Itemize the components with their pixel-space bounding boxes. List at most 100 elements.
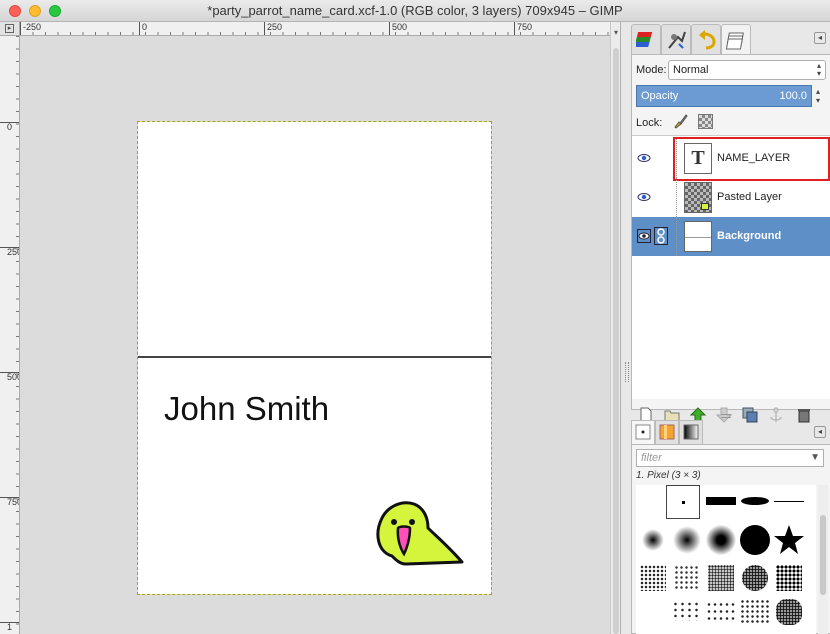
layers-panel: Mode: Normal ▴▾ Opacity 100.0 ▴▾ Lock: xyxy=(631,54,830,423)
gradient-icon xyxy=(683,424,699,440)
tab-patterns[interactable] xyxy=(655,420,679,444)
ruler-tick: 250 xyxy=(264,22,282,35)
chain-link-icon[interactable] xyxy=(654,227,668,245)
filter-placeholder: filter xyxy=(641,452,662,464)
ruler-tick: 750 xyxy=(514,22,532,35)
thumb-fold-line xyxy=(685,237,711,238)
opacity-label: Opacity xyxy=(641,90,679,102)
vertical-ruler[interactable]: 0 250 500 750 1 xyxy=(0,36,20,634)
ruler-tick: 1 xyxy=(0,622,19,632)
brush-scatter-2[interactable] xyxy=(704,595,738,629)
ruler-corner[interactable]: ▸ xyxy=(0,22,20,36)
brush-texture-3[interactable] xyxy=(704,561,738,595)
quick-mask-icon: ▸ xyxy=(5,24,14,33)
brush-scatter-1[interactable] xyxy=(670,595,704,629)
delete-layer-icon[interactable] xyxy=(796,407,812,423)
brush-line[interactable] xyxy=(772,485,806,519)
brush-scroll-thumb[interactable] xyxy=(820,515,826,595)
pasted-layer-thumbnail xyxy=(684,182,712,213)
brush-texture-5[interactable] xyxy=(772,561,806,595)
brush-pixel[interactable] xyxy=(666,485,700,519)
pattern-icon xyxy=(659,424,675,440)
brush-texture-1[interactable] xyxy=(636,561,670,595)
lock-pixels-icon[interactable] xyxy=(672,113,688,129)
fold-line xyxy=(138,356,491,358)
dock-menu-button[interactable]: ◂ xyxy=(814,32,826,44)
brush-panel-menu-button[interactable]: ◂ xyxy=(814,426,826,438)
window-titlebar: *party_parrot_name_card.xcf-1.0 (RGB col… xyxy=(0,0,830,22)
brush-scatter-4[interactable] xyxy=(772,595,806,629)
tab-device-status[interactable] xyxy=(661,24,691,54)
ruler-tick: 250 xyxy=(0,247,19,257)
tab-brushes[interactable] xyxy=(631,420,655,444)
dock-resize-handle[interactable] xyxy=(625,362,629,382)
background-layer-thumbnail xyxy=(684,221,712,252)
selected-brush-name: 1. Pixel (3 × 3) xyxy=(636,470,701,481)
ruler-tick: 0 xyxy=(0,122,19,132)
tab-tool-options[interactable] xyxy=(631,24,661,54)
brush-block[interactable] xyxy=(704,485,738,519)
maximize-window-button[interactable] xyxy=(49,5,61,17)
layer-name[interactable]: Pasted Layer xyxy=(717,191,782,203)
layers-icon xyxy=(726,32,744,50)
ruler-tick: 500 xyxy=(389,22,407,35)
opacity-value: 100.0 xyxy=(779,90,807,102)
tree-dots xyxy=(676,178,677,217)
lock-row: Lock: xyxy=(636,113,828,133)
brush-hard-circle[interactable] xyxy=(738,523,772,557)
ruler-tick: -250 xyxy=(20,22,41,35)
anchor-layer-icon[interactable] xyxy=(768,407,784,423)
eye-icon[interactable] xyxy=(637,151,651,165)
opacity-slider[interactable]: Opacity 100.0 xyxy=(636,85,812,107)
tool-options-icon xyxy=(636,32,653,47)
opacity-spin-button[interactable]: ▴ ▾ xyxy=(816,87,820,105)
brush-filter-input[interactable]: filter ▼ xyxy=(636,449,824,467)
layer-row-pasted-layer[interactable]: Pasted Layer xyxy=(632,178,830,217)
layer-row-background[interactable]: Background xyxy=(632,217,830,256)
right-dock: ◂ Mode: Normal ▴ ▾ Opacity 100.0 ▴ ▾ Lock: xyxy=(620,22,830,634)
brush-scatter-3[interactable] xyxy=(738,595,772,629)
brushes-panel: filter ▼ 1. Pixel (3 × 3) xyxy=(631,444,830,634)
eye-icon[interactable] xyxy=(637,229,651,243)
window-title: *party_parrot_name_card.xcf-1.0 (RGB col… xyxy=(207,3,623,18)
lock-label: Lock: xyxy=(636,117,663,129)
horizontal-ruler[interactable]: -250 0 250 500 750 xyxy=(20,22,610,36)
tab-gradients[interactable] xyxy=(679,420,703,444)
panel-splitter[interactable] xyxy=(721,414,731,418)
parrot-thumb-icon xyxy=(701,203,709,210)
mode-row: Mode: Normal ▴ ▾ xyxy=(636,60,828,80)
brush-fuzzy-medium[interactable] xyxy=(670,523,704,557)
canvas-scroll-thumb[interactable] xyxy=(613,48,619,634)
brush-grid[interactable] xyxy=(636,485,816,634)
brush-texture-4[interactable] xyxy=(738,561,772,595)
opacity-row: Opacity 100.0 ▴ ▾ xyxy=(636,85,828,107)
eye-icon[interactable] xyxy=(637,190,651,204)
highlight-annotation-box xyxy=(673,137,830,181)
brush-fuzzy-small[interactable] xyxy=(636,523,670,557)
ruler-tick: 750 xyxy=(0,497,19,507)
mode-label: Mode: xyxy=(636,64,667,76)
name-text[interactable]: John Smith xyxy=(164,390,329,428)
lock-alpha-icon[interactable] xyxy=(698,114,713,129)
brush-texture-2[interactable] xyxy=(670,561,704,595)
up-down-arrows-icon: ▴ ▾ xyxy=(816,61,821,78)
tab-undo-history[interactable] xyxy=(691,24,721,54)
ruler-tick: 500 xyxy=(0,372,19,382)
brush-scrollbar[interactable] xyxy=(818,485,828,634)
filter-dropdown-icon[interactable]: ▼ xyxy=(810,450,820,466)
layer-name[interactable]: Background xyxy=(717,230,781,242)
duplicate-layer-icon[interactable] xyxy=(742,407,758,423)
party-parrot-image xyxy=(376,501,464,566)
mode-select[interactable]: Normal ▴ ▾ xyxy=(668,60,826,80)
brush-ellipse[interactable] xyxy=(738,485,772,519)
tab-layers[interactable] xyxy=(721,24,751,54)
close-window-button[interactable] xyxy=(9,5,21,17)
device-status-icon xyxy=(668,31,686,49)
brush-star[interactable] xyxy=(772,523,806,557)
image-canvas-area[interactable]: John Smith xyxy=(20,36,610,634)
canvas-vertical-scrollbar[interactable]: ▾ xyxy=(610,22,620,634)
tree-dots xyxy=(676,217,677,256)
brush-fuzzy-large[interactable] xyxy=(704,523,738,557)
minimize-window-button[interactable] xyxy=(29,5,41,17)
image-canvas[interactable]: John Smith xyxy=(137,121,492,595)
